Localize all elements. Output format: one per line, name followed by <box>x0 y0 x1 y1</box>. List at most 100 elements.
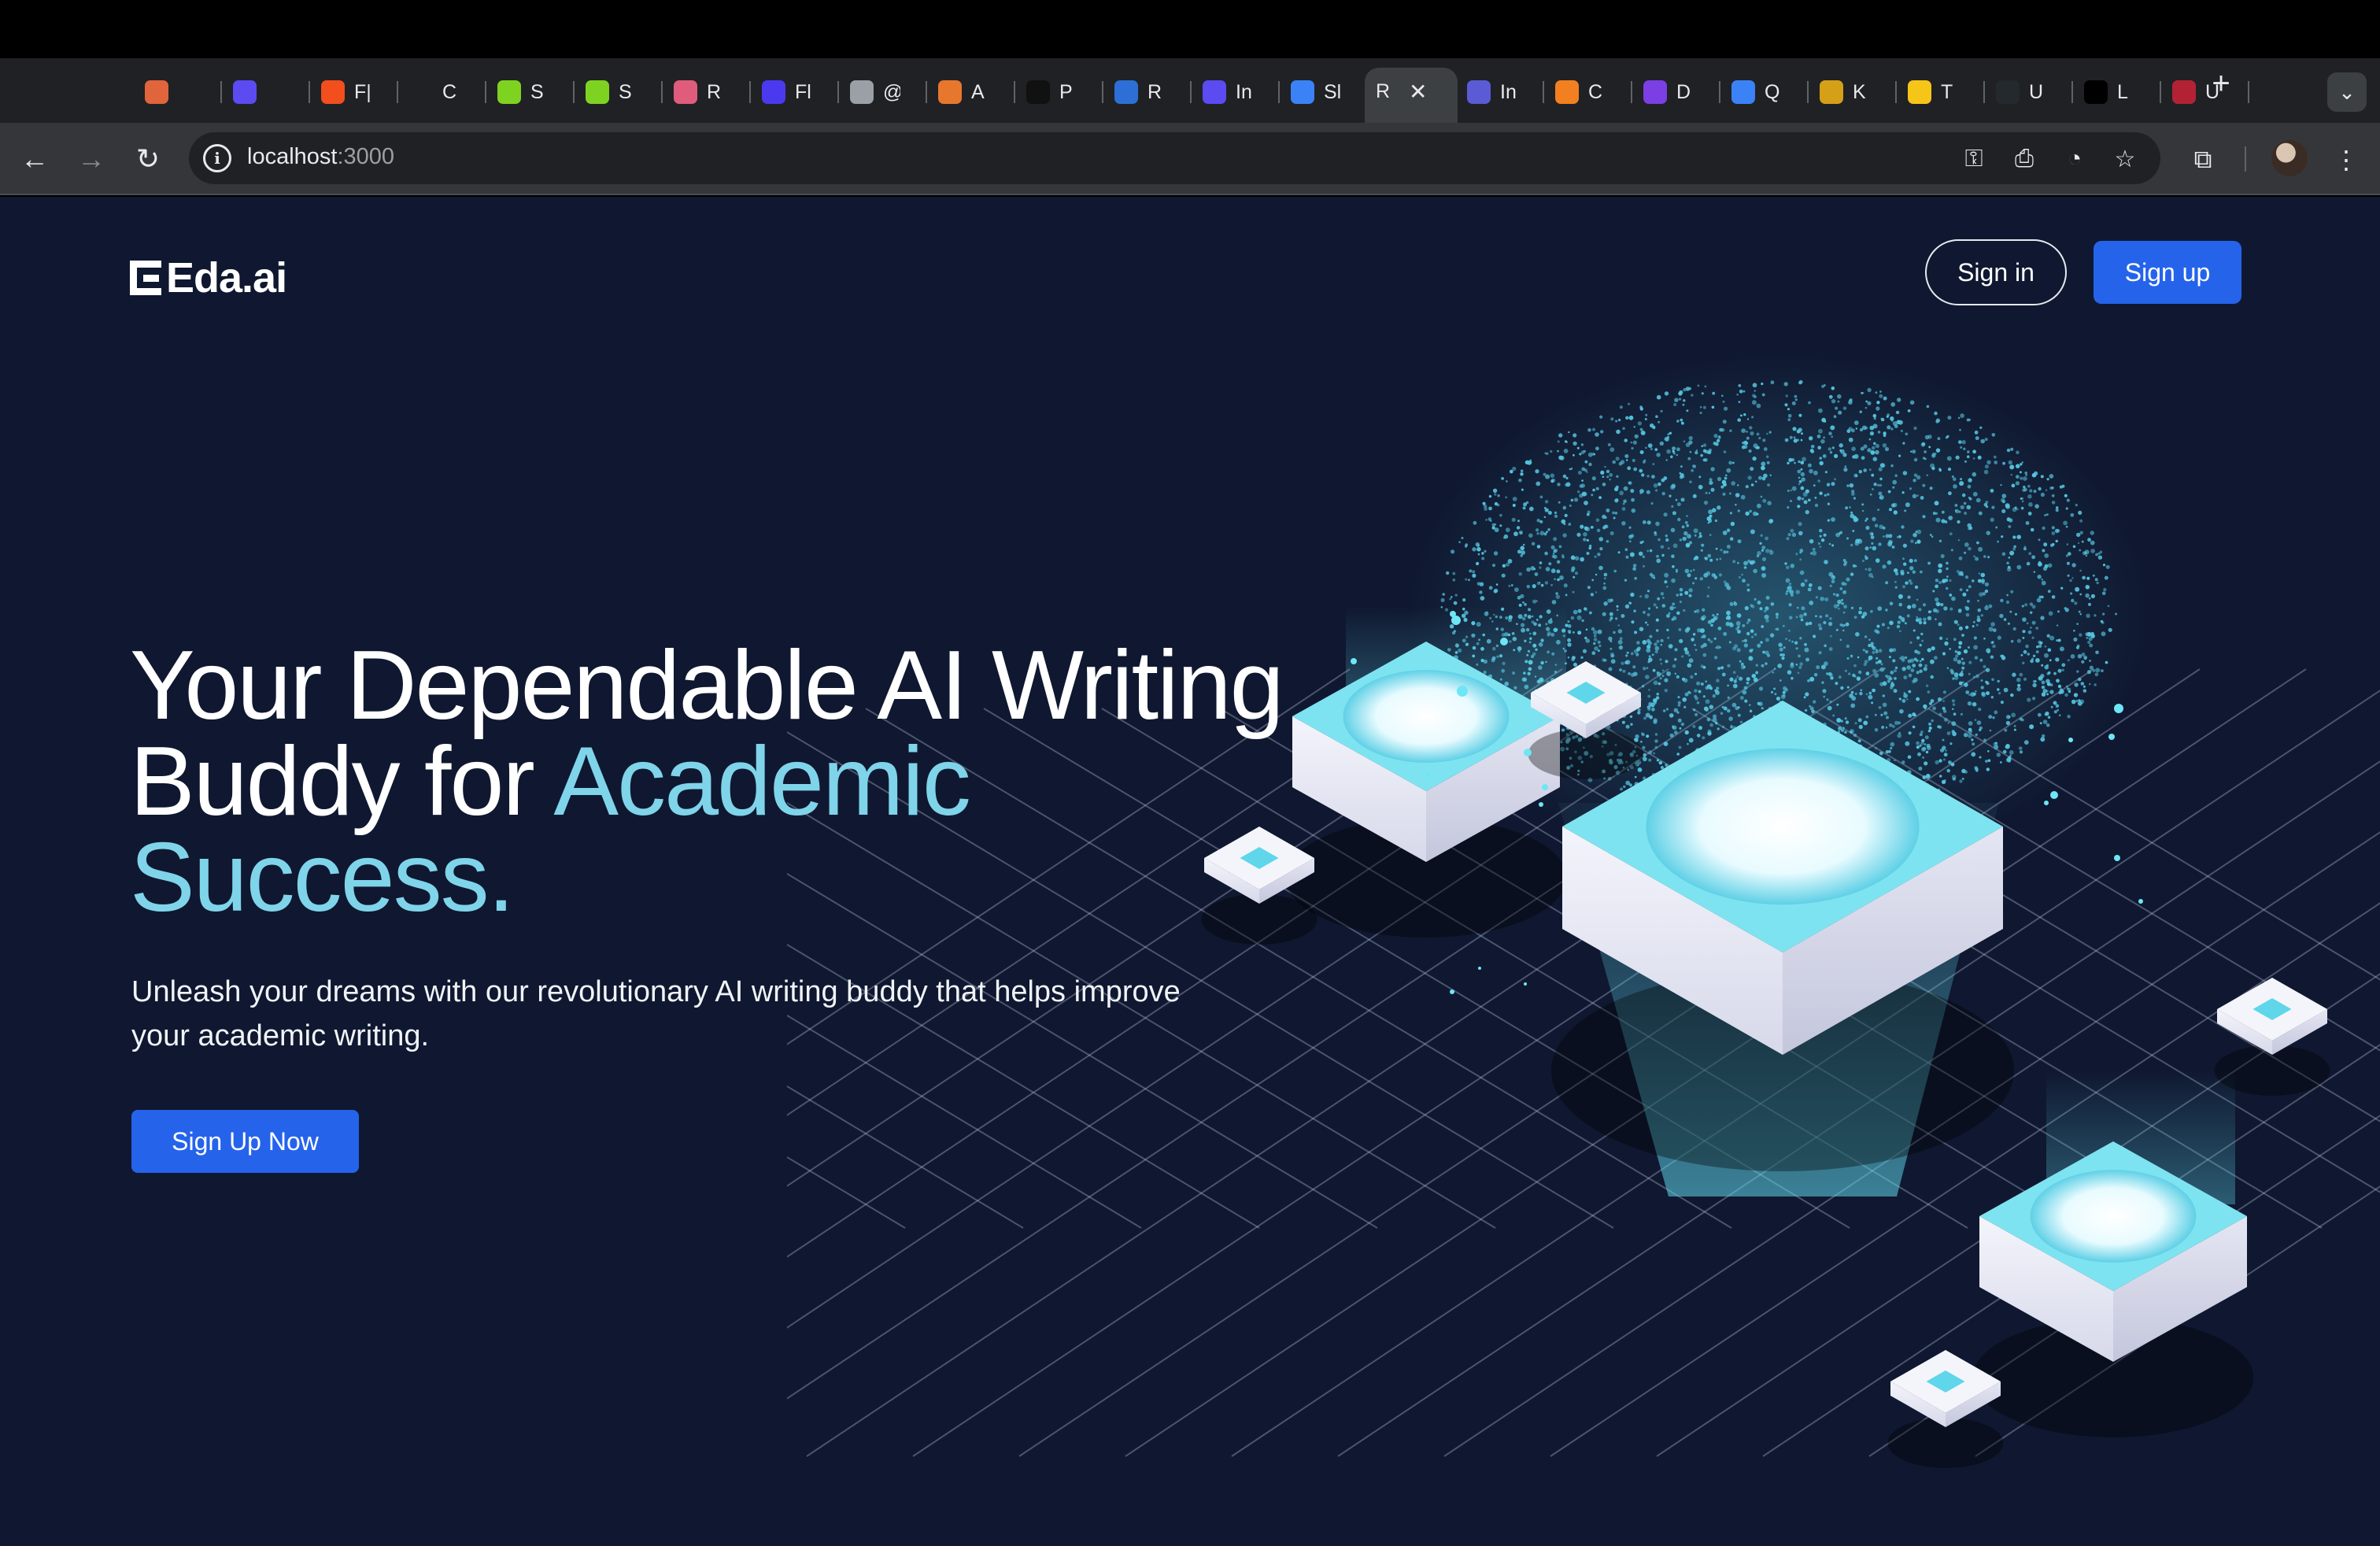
browser-tab[interactable]: A <box>927 69 1015 115</box>
brain-dot <box>1961 573 1964 576</box>
brain-dot <box>1777 664 1783 668</box>
brain-dot <box>1959 779 1963 783</box>
sign-in-button[interactable]: Sign in <box>1925 239 2067 305</box>
close-tab-icon[interactable]: ✕ <box>1409 79 1427 105</box>
brain-dot <box>2021 500 2024 503</box>
bookmark-star-icon[interactable]: ☆ <box>2109 143 2141 175</box>
brain-dot <box>1908 673 1913 678</box>
reload-button[interactable]: ↻ <box>128 139 168 179</box>
iso-blocks <box>1201 606 2330 1468</box>
back-button[interactable]: ← <box>14 139 55 179</box>
brain-dot <box>1687 534 1691 539</box>
address-bar[interactable]: i localhost:3000 ⚿ ⎙ ◔ ☆ <box>189 132 2160 184</box>
browser-tab[interactable]: Fl <box>751 69 839 115</box>
brain-dot <box>1964 625 1969 630</box>
brain-dot <box>1607 443 1611 446</box>
brain-dot <box>1946 567 1949 571</box>
logo-text: Eda.ai <box>166 254 287 301</box>
brain-dot <box>2068 552 2071 556</box>
particle <box>1524 982 1527 986</box>
browser-tab[interactable]: In <box>1456 69 1544 115</box>
brain-dot <box>2066 685 2068 688</box>
brain-dot <box>1681 525 1685 529</box>
browser-tab[interactable]: U <box>2161 69 2249 115</box>
menu-kebab-icon[interactable]: ⋮ <box>2328 142 2364 178</box>
brain-dot <box>1961 440 1966 445</box>
brain-dot <box>1677 696 1680 699</box>
brain-dot <box>2035 627 2039 630</box>
brain-dot <box>1602 475 1605 479</box>
browser-tab[interactable]: Sl <box>1280 69 1368 115</box>
browser-tab[interactable]: C <box>398 69 486 115</box>
brain-dot <box>1651 475 1655 479</box>
performance-icon[interactable]: ◔ <box>2059 143 2090 175</box>
sign-up-button[interactable]: Sign up <box>2094 241 2241 304</box>
brain-dot <box>1646 667 1649 669</box>
brain-dot <box>1920 730 1924 734</box>
extensions-icon[interactable]: ⧉ <box>2185 142 2221 178</box>
brain-dot <box>2102 564 2106 567</box>
brain-dot <box>1925 774 1931 779</box>
brain-dot <box>1643 667 1646 671</box>
browser-tab[interactable]: R <box>1103 69 1192 115</box>
browser-tab[interactable]: P <box>1015 69 1103 115</box>
browser-tab[interactable]: S <box>486 69 575 115</box>
brain-dot <box>1692 582 1695 585</box>
install-app-icon[interactable]: ⎙ <box>2009 143 2040 175</box>
brain-dot <box>1857 718 1862 723</box>
brain-dot <box>1526 585 1530 589</box>
brain-dot <box>2016 677 2021 682</box>
brain-dot <box>1916 494 1919 497</box>
brain-dot <box>1964 575 1969 579</box>
brain-dot <box>1902 442 1905 445</box>
brain-dot <box>1813 470 1818 475</box>
browser-tab[interactable]: @ <box>839 69 927 115</box>
ceda-logo[interactable]: Eda.ai <box>130 253 287 302</box>
brain-dot <box>1846 657 1850 660</box>
browser-tab[interactable]: C <box>1544 69 1632 115</box>
brain-dot <box>1602 483 1606 486</box>
brain-dot <box>1722 725 1725 729</box>
brain-dot <box>1758 701 1763 706</box>
play-icon <box>409 80 433 104</box>
password-key-icon[interactable]: ⚿ <box>1958 143 1990 175</box>
browser-tab[interactable]: L <box>2073 69 2161 115</box>
browser-tab[interactable] <box>222 69 310 115</box>
brain-dot <box>1641 733 1645 737</box>
tab-search-button[interactable]: ⌄ <box>2327 72 2367 112</box>
tab-title: C <box>1588 80 1603 103</box>
browser-tab[interactable]: U <box>1985 69 2073 115</box>
browser-tab[interactable]: In <box>1192 69 1280 115</box>
brain-dot <box>1501 573 1506 578</box>
sign-up-now-button[interactable]: Sign Up Now <box>131 1110 359 1173</box>
browser-tab[interactable]: D <box>1632 69 1720 115</box>
browser-tab[interactable]: F| <box>310 69 398 115</box>
brain-dot <box>1798 427 1802 432</box>
browser-tab[interactable]: S <box>575 69 663 115</box>
brain-dot <box>1639 407 1643 411</box>
brain-dot <box>1531 542 1536 546</box>
brain-dot <box>1449 597 1452 601</box>
brain-dot <box>2031 697 2036 701</box>
brain-dot <box>1514 587 1519 592</box>
brain-dot <box>1647 641 1652 645</box>
brain-dot <box>1613 516 1616 520</box>
browser-tab[interactable] <box>134 69 222 115</box>
brain-dot <box>1672 543 1678 549</box>
browser-tab[interactable]: R <box>663 69 751 115</box>
brain-dot <box>2008 525 2012 528</box>
browser-tab[interactable]: T <box>1897 69 1985 115</box>
site-info-icon[interactable]: i <box>203 144 231 172</box>
brain-dot <box>1526 567 1531 572</box>
browser-tab[interactable]: K <box>1809 69 1897 115</box>
brain-dot <box>1974 690 1977 693</box>
brain-dot <box>1623 499 1627 504</box>
browser-tab[interactable]: R ✕ <box>1365 68 1458 123</box>
brain-dot <box>1868 638 1871 641</box>
brain-dot <box>1732 683 1738 689</box>
forward-button[interactable]: → <box>71 139 112 179</box>
brain-dot <box>1978 546 1983 552</box>
brain-dot <box>1697 384 1700 387</box>
browser-tab[interactable]: Q <box>1720 69 1809 115</box>
profile-avatar[interactable] <box>2271 140 2308 176</box>
